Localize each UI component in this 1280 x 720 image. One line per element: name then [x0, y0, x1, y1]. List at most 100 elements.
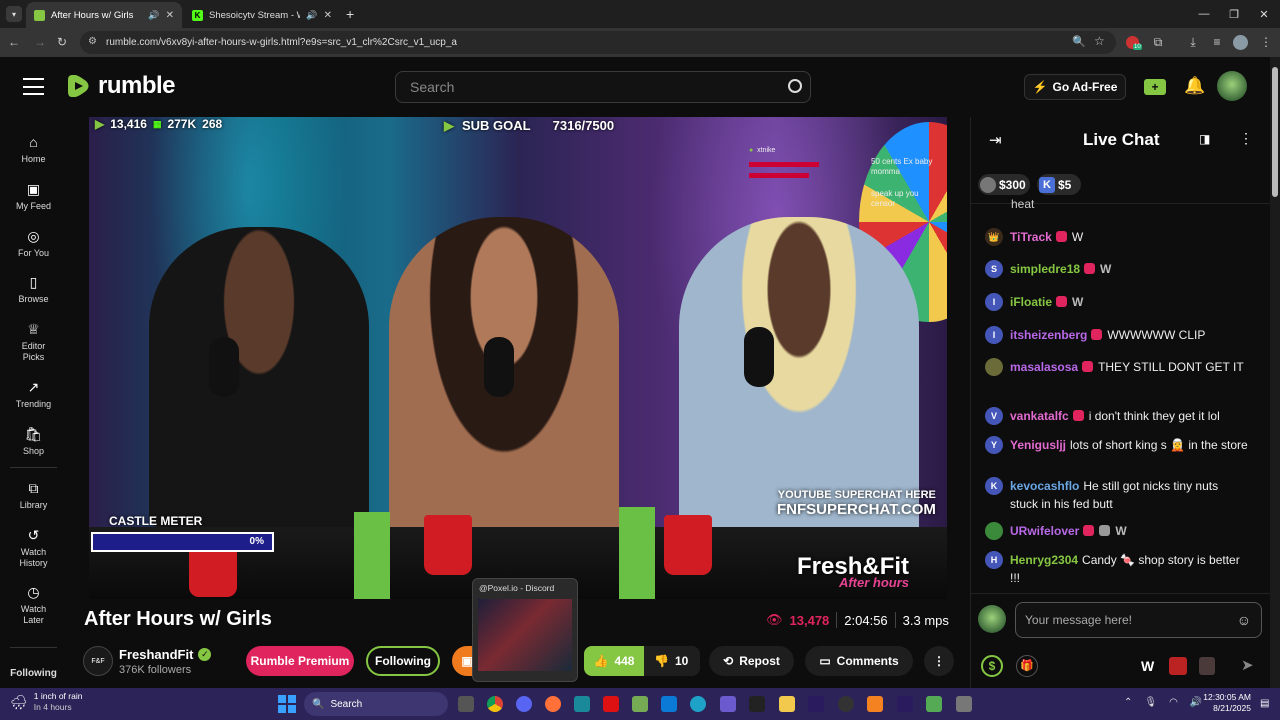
app-taskbar-icon[interactable]	[574, 696, 590, 712]
search-icon[interactable]	[788, 79, 802, 93]
tray-chevron-icon[interactable]: ⌃	[1124, 697, 1132, 708]
sidebar-item-watch-later[interactable]: ◷ Watch Later	[0, 583, 67, 626]
gift-button[interactable]: 🎁	[1016, 655, 1038, 677]
epic-games-taskbar-icon[interactable]	[749, 696, 765, 712]
chat-username[interactable]: iFloatie	[1010, 295, 1052, 309]
obs-taskbar-icon[interactable]	[838, 696, 854, 712]
back-icon[interactable]: ←	[4, 32, 24, 52]
rumble-logo[interactable]: rumble	[66, 72, 176, 100]
sidebar-item-for-you[interactable]: ◎ For You	[0, 227, 67, 258]
tab-after-hours[interactable]: After Hours w/ Girls 🔊 ✕	[26, 2, 182, 28]
go-ad-free-button[interactable]: ⚡ Go Ad-Free	[1024, 74, 1126, 100]
dislike-button[interactable]: 👎 10	[654, 654, 688, 668]
taskbar-search[interactable]: 🔍 Search	[304, 692, 448, 716]
forward-icon[interactable]: →	[30, 32, 50, 52]
emote-icon[interactable]	[1199, 657, 1215, 675]
app-taskbar-icon[interactable]	[720, 696, 736, 712]
chrome-taskbar-icon[interactable]	[487, 696, 503, 712]
chat-message[interactable]: masalasosa THEY STILL DONT GET IT	[985, 358, 1249, 376]
rant-pill[interactable]: $300	[978, 174, 1030, 195]
chat-username[interactable]: masalasosa	[1010, 360, 1078, 374]
microphone-icon[interactable]: 🎙	[1144, 697, 1157, 708]
chat-message[interactable]: URwifelover W	[985, 522, 1249, 540]
tab-list-button[interactable]: ▾	[6, 6, 22, 22]
speaker-icon[interactable]: 🔊	[148, 10, 159, 21]
extensions-puzzle-icon[interactable]: ⧉	[1148, 32, 1168, 52]
chat-message[interactable]: 👑 TiTrack W	[985, 228, 1249, 246]
notification-bell-icon[interactable]: 🔔	[1184, 76, 1205, 96]
maximize-button[interactable]: ❐	[1218, 0, 1250, 28]
chat-message[interactable]: I iFloatie W	[985, 293, 1249, 311]
chat-username[interactable]: Yenigusljj	[1010, 438, 1066, 452]
video-player[interactable]: ▶ 13,416 ▦ 277K 268 ▶ SUB GOAL 7316/7500…	[89, 117, 947, 599]
following-button[interactable]: Following	[366, 646, 440, 676]
download-icon[interactable]: ⤓	[1183, 32, 1203, 52]
weather-widget[interactable]: 🌧 1 inch of rain In 4 hours	[10, 691, 82, 713]
notifications-icon[interactable]: ▤	[1260, 698, 1269, 709]
chat-username[interactable]: itsheizenberg	[1010, 328, 1087, 342]
start-button[interactable]	[278, 695, 296, 713]
rumble-premium-button[interactable]: Rumble Premium	[246, 646, 354, 676]
chat-username[interactable]: kevocashflo	[1010, 479, 1079, 493]
rant-dollar-button[interactable]: $	[981, 655, 1003, 677]
chat-message[interactable]: Y Yenigusljj lots of short king s 🧝 in th…	[985, 436, 1249, 454]
channel-name[interactable]: FreshandFit	[119, 647, 193, 662]
sidebar-item-library[interactable]: ⧉ Library	[0, 479, 67, 510]
emote-icon[interactable]	[1169, 657, 1187, 675]
sidebar-item-home[interactable]: ⌂ Home	[0, 133, 67, 164]
more-options-button[interactable]: ⋮	[924, 646, 954, 676]
wifi-icon[interactable]: ◠	[1169, 697, 1178, 708]
rant-pill[interactable]: K $5	[1037, 174, 1081, 195]
scrollbar-thumb[interactable]	[1272, 67, 1278, 197]
chat-username[interactable]: vankatalfc	[1010, 409, 1069, 423]
chat-menu-icon[interactable]: ⋮	[1239, 130, 1253, 147]
sidebar-item-trending[interactable]: ↗ Trending	[0, 378, 67, 409]
chat-message[interactable]: V vankatalfc i don't think they get it lo…	[985, 407, 1249, 425]
tab-shesoicytv[interactable]: K Shesoicytv Stream - Watch 🔊 ✕	[184, 2, 340, 28]
close-window-button[interactable]: ✕	[1248, 0, 1280, 28]
sidebar-item-watch-history[interactable]: ↺ Watch History	[0, 526, 67, 569]
like-button[interactable]: 👍 448 👎 10	[584, 646, 700, 676]
app-taskbar-icon[interactable]	[603, 696, 619, 712]
url-field[interactable]: ⚙ rumble.com/v6xv8yi-after-hours-w-girls…	[80, 31, 1116, 54]
hamburger-menu-icon[interactable]	[23, 78, 44, 95]
premiere-taskbar-icon[interactable]	[897, 696, 913, 712]
sidebar-item-shop[interactable]: 🛍 Shop	[0, 425, 67, 456]
chat-message[interactable]: I itsheizenberg WWWWWW CLIP	[985, 326, 1249, 344]
search-input[interactable]: Search	[395, 71, 811, 103]
chat-username[interactable]: URwifelover	[1010, 524, 1079, 538]
site-info-icon[interactable]: ⚙	[88, 36, 97, 47]
close-tab-icon[interactable]: ✕	[166, 10, 174, 21]
chat-popout-icon[interactable]: ◨	[1199, 132, 1210, 146]
discord-taskbar-preview[interactable]: @Poxel.io - Discord	[472, 578, 578, 682]
sidebar-item-my-feed[interactable]: ▣ My Feed	[0, 180, 67, 211]
firefox-taskbar-icon[interactable]	[545, 696, 561, 712]
chat-username[interactable]: Henryg2304	[1010, 553, 1078, 567]
edge-taskbar-icon[interactable]	[690, 696, 706, 712]
go-live-camera-icon[interactable]: +	[1144, 79, 1166, 95]
app-taskbar-icon[interactable]	[926, 696, 942, 712]
close-tab-icon[interactable]: ✕	[324, 10, 332, 21]
sidebar-item-editor-picks[interactable]: ♕ Editor Picks	[0, 320, 67, 363]
volume-icon[interactable]: 🔊	[1190, 697, 1202, 708]
chat-message[interactable]: H Henryg2304 Candy 🍬 shop story is better…	[985, 551, 1249, 587]
comments-button[interactable]: ▭ Comments	[805, 646, 913, 676]
user-avatar[interactable]	[1217, 71, 1247, 101]
app-taskbar-icon[interactable]	[956, 696, 972, 712]
file-explorer-taskbar-icon[interactable]	[779, 696, 795, 712]
sidebar-item-browse[interactable]: ▯ Browse	[0, 273, 67, 304]
bookmark-star-icon[interactable]: ☆	[1094, 34, 1105, 48]
media-controls-icon[interactable]: ≡	[1207, 32, 1227, 52]
page-scrollbar[interactable]	[1270, 57, 1280, 688]
emoji-icon[interactable]: ☺	[1237, 612, 1251, 628]
channel-avatar[interactable]: F&F	[83, 646, 113, 676]
send-icon[interactable]: ➤	[1241, 656, 1254, 674]
profile-avatar[interactable]	[1233, 35, 1248, 50]
chrome-menu-icon[interactable]: ⋮	[1256, 32, 1276, 52]
system-tray[interactable]: ⌃ 🎙 ◠ 🔊	[1124, 697, 1202, 708]
repost-button[interactable]: ⟲ Repost	[709, 646, 794, 676]
chat-username[interactable]: TiTrack	[1010, 230, 1052, 244]
app-taskbar-icon[interactable]	[661, 696, 677, 712]
premiere-taskbar-icon[interactable]	[808, 696, 824, 712]
app-taskbar-icon[interactable]	[632, 696, 648, 712]
